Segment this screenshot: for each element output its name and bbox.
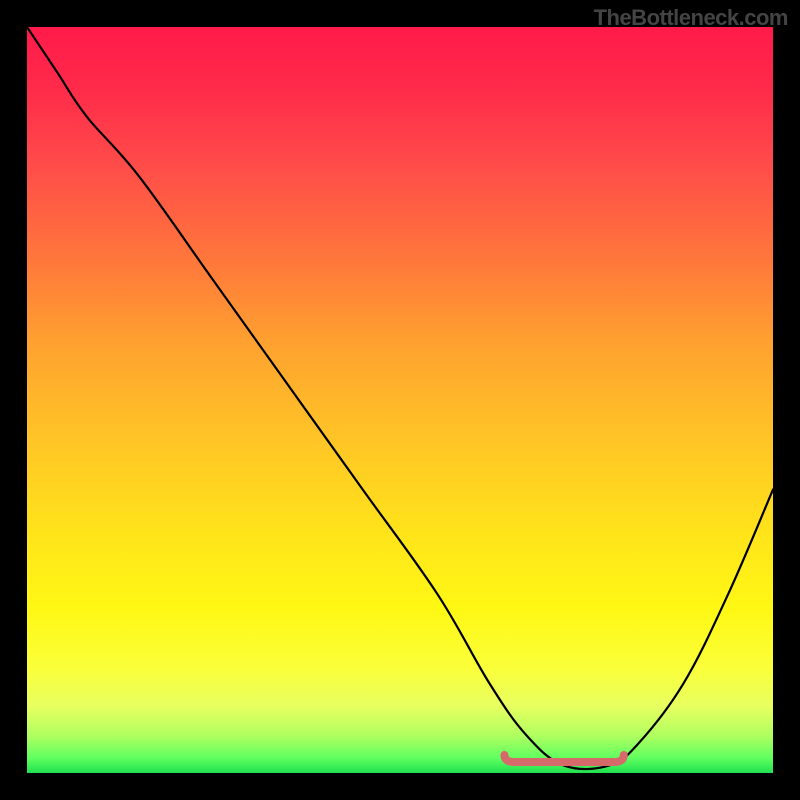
bottleneck-curve-line (27, 27, 773, 769)
optimal-range-marker (504, 755, 623, 762)
watermark-text: TheBottleneck.com (594, 5, 788, 31)
chart-svg (27, 27, 773, 773)
plot-area (27, 27, 773, 773)
